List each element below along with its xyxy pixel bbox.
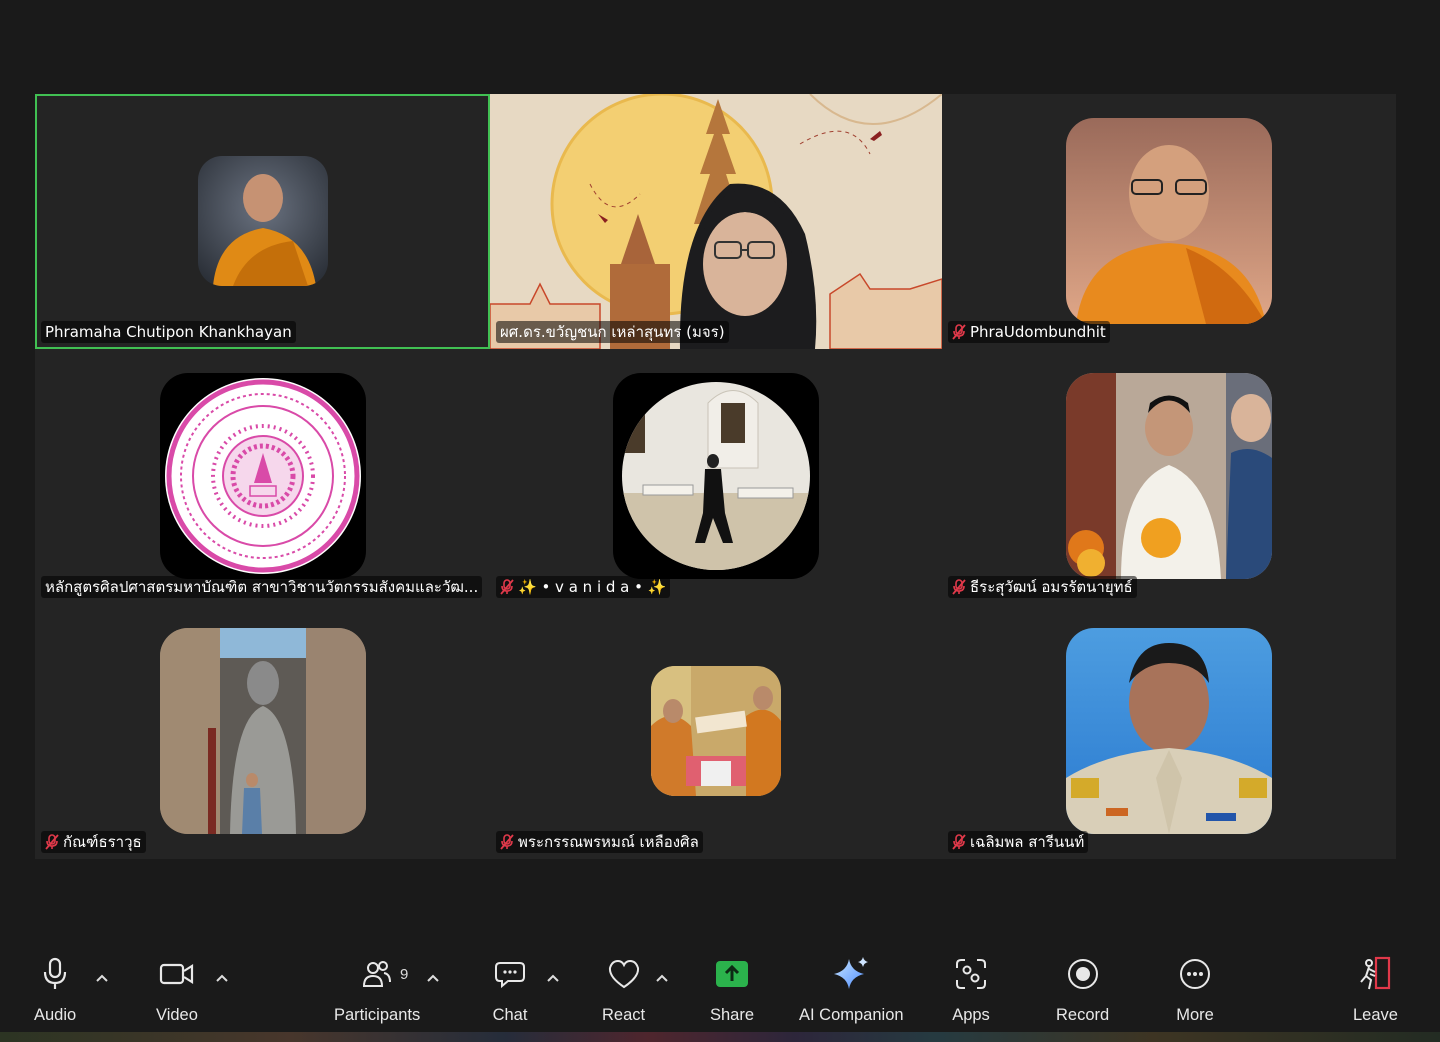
more-label: More	[1176, 1006, 1214, 1024]
desktop-background-strip	[0, 1032, 1440, 1042]
participant-name-label: ธีระสุวัฒน์ อมรรัตนายุทธ์	[948, 576, 1137, 598]
audio-options-caret[interactable]	[95, 968, 109, 982]
participant-name-label: เฉลิมพล สารีนนท์	[948, 831, 1089, 853]
participant-name-label: พระกรรณพรหมณ์ เหลืองศิล	[496, 831, 703, 853]
leave-button[interactable]: Leave	[1353, 954, 1398, 1025]
participant-tile[interactable]: พระกรรณพรหมณ์ เหลืองศิล	[490, 604, 942, 859]
participant-avatar	[159, 628, 366, 834]
video-options-caret[interactable]	[215, 968, 229, 982]
participants-count: 9	[400, 966, 409, 983]
participant-name: เฉลิมพล สารีนนท์	[970, 833, 1085, 851]
share-button[interactable]: Share	[710, 954, 754, 1025]
more-options-icon	[1175, 954, 1215, 994]
video-feed	[490, 94, 942, 349]
participant-name: Phramaha Chutipon Khankhayan	[45, 323, 292, 341]
chat-icon	[490, 954, 530, 994]
video-gallery: Phramaha Chutipon Khankhayan ผศ.ดร.ขวัญช…	[35, 94, 1396, 859]
share-label: Share	[710, 1006, 755, 1024]
microphone-icon	[35, 954, 75, 994]
participant-tile[interactable]: Phramaha Chutipon Khankhayan	[35, 94, 490, 349]
ai-companion-label: AI Companion	[799, 1006, 904, 1024]
react-options-caret[interactable]	[655, 968, 669, 982]
heart-icon	[604, 954, 644, 994]
more-button[interactable]: More	[1175, 954, 1215, 1025]
mic-muted-icon	[500, 579, 514, 595]
react-label: React	[602, 1006, 646, 1024]
participant-name: PhraUdombundhit	[970, 323, 1106, 341]
participant-name-label: ผศ.ดร.ขวัญชนก เหล่าสุนทร (มจร)	[496, 321, 729, 343]
record-icon	[1063, 954, 1103, 994]
audio-button[interactable]: Audio	[34, 954, 76, 1025]
participant-avatar	[1066, 628, 1272, 834]
participants-button[interactable]: Participants	[334, 954, 420, 1025]
video-camera-icon	[157, 954, 197, 994]
share-screen-icon	[712, 954, 752, 994]
participant-avatar	[651, 666, 781, 796]
chat-label: Chat	[492, 1006, 528, 1024]
apps-label: Apps	[952, 1006, 990, 1024]
participant-name: ธีระสุวัฒน์ อมรรัตนายุทธ์	[970, 578, 1133, 596]
participant-tile[interactable]: หลักสูตรศิลปศาสตรมหาบัณฑิต สาขาวิชานวัตก…	[35, 349, 490, 604]
leave-label: Leave	[1353, 1006, 1398, 1024]
mic-muted-icon	[952, 579, 966, 595]
participant-name: ✨ • v a n i d a • ✨	[518, 578, 667, 596]
chat-button[interactable]: Chat	[490, 954, 530, 1025]
leave-door-icon	[1355, 954, 1395, 994]
participant-avatar	[159, 373, 366, 579]
apps-button[interactable]: Apps	[951, 954, 991, 1025]
participants-options-caret[interactable]	[426, 968, 440, 982]
participant-name: พระกรรณพรหมณ์ เหลืองศิล	[518, 833, 699, 851]
audio-label: Audio	[34, 1006, 77, 1024]
mic-muted-icon	[952, 324, 966, 340]
participant-tile[interactable]: ✨ • v a n i d a • ✨	[490, 349, 942, 604]
participant-name-label: กัณฑ์ธราวุธ	[41, 831, 146, 853]
participant-name-label: PhraUdombundhit	[948, 321, 1110, 343]
participant-avatar	[197, 156, 328, 286]
participant-name-label: ✨ • v a n i d a • ✨	[496, 576, 671, 598]
record-button[interactable]: Record	[1056, 954, 1109, 1025]
chat-options-caret[interactable]	[546, 968, 560, 982]
ai-companion-button[interactable]: AI Companion	[799, 954, 904, 1025]
mic-muted-icon	[45, 834, 59, 850]
video-button[interactable]: Video	[156, 954, 198, 1025]
participant-tile[interactable]: PhraUdombundhit	[942, 94, 1396, 349]
mic-muted-icon	[952, 834, 966, 850]
participant-tile[interactable]: กัณฑ์ธราวุธ	[35, 604, 490, 859]
react-button[interactable]: React	[602, 954, 645, 1025]
record-label: Record	[1056, 1006, 1110, 1024]
participant-avatar	[613, 373, 819, 579]
participant-name: หลักสูตรศิลปศาสตรมหาบัณฑิต สาขาวิชานวัตก…	[45, 578, 479, 596]
participant-avatar	[1066, 118, 1272, 324]
participant-tile[interactable]: ธีระสุวัฒน์ อมรรัตนายุทธ์	[942, 349, 1396, 604]
participants-label: Participants	[334, 1006, 421, 1024]
mic-muted-icon	[500, 834, 514, 850]
meeting-toolbar: Audio Video Participants 9 Chat React Sh…	[0, 940, 1440, 1042]
video-label: Video	[156, 1006, 198, 1024]
participants-icon	[357, 954, 397, 994]
participant-tile[interactable]: ผศ.ดร.ขวัญชนก เหล่าสุนทร (มจร)	[490, 94, 942, 349]
participant-name-label: Phramaha Chutipon Khankhayan	[41, 321, 296, 343]
participant-avatar	[1066, 373, 1272, 579]
apps-icon	[951, 954, 991, 994]
sparkle-icon	[831, 954, 871, 994]
participant-name-label: หลักสูตรศิลปศาสตรมหาบัณฑิต สาขาวิชานวัตก…	[41, 576, 483, 598]
participant-tile[interactable]: เฉลิมพล สารีนนท์	[942, 604, 1396, 859]
participant-name: กัณฑ์ธราวุธ	[63, 833, 142, 851]
participant-name: ผศ.ดร.ขวัญชนก เหล่าสุนทร (มจร)	[500, 323, 725, 341]
